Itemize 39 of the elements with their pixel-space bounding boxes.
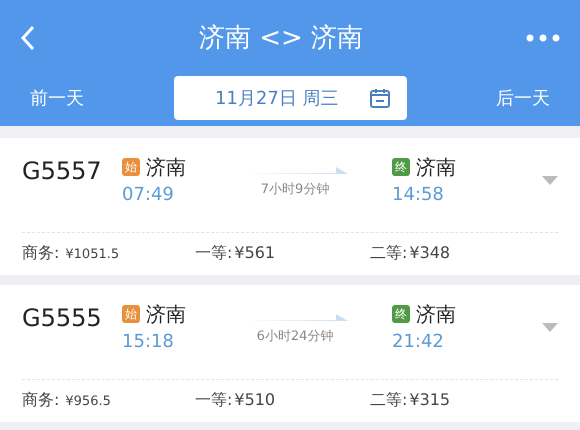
page-title: 济南 <> 济南 (198, 22, 364, 54)
station-badge: 终 (392, 305, 410, 323)
seat-class-label: 一等: (195, 389, 232, 411)
price-text: ¥1051.5 (65, 246, 120, 264)
next-day-button[interactable]: 后一天 (496, 84, 550, 112)
time-text: 21:42 (392, 331, 445, 353)
seat-class-label: 商务: (22, 389, 60, 411)
more-icon[interactable] (526, 34, 560, 42)
station-badge: 始 (122, 305, 140, 323)
price-text: ¥561 (234, 242, 276, 264)
station-badge: 始 (122, 158, 140, 176)
price-text: ¥315 (409, 389, 450, 411)
time-text: 14:58 (392, 184, 445, 206)
caret-icon[interactable] (542, 176, 558, 185)
seat-class-label: 商务: (22, 242, 60, 264)
station-name: 济南 (416, 154, 456, 180)
train-card[interactable]: G5555 始 济南 15:18 6小时24分钟 终 济南 21:42 商务: ¥956.5 一等:¥510 二等:¥315 (0, 285, 580, 422)
back-icon[interactable] (20, 25, 36, 51)
station-badge: 终 (392, 158, 410, 176)
train-card[interactable]: G5557 始 济南 07:49 7小时9分钟 终 济南 14:58 商务: ¥1051.5 一等:¥561 二等:¥348 (0, 138, 580, 275)
seat-class-label: 二等: (370, 242, 408, 264)
price-text: ¥510 (234, 389, 276, 411)
station-name: 济南 (146, 301, 186, 327)
time-text: 07:49 (122, 184, 175, 206)
seat-class-label: 二等: (370, 389, 408, 411)
duration-text: 7小时9分钟 (260, 181, 330, 199)
station-name: 济南 (416, 301, 456, 327)
price-text: ¥348 (409, 242, 450, 264)
station-name: 济南 (146, 154, 186, 180)
train-number: G5557 (22, 156, 103, 186)
calendar-icon (368, 87, 390, 109)
train-number: G5555 (22, 303, 103, 333)
previous-day-button[interactable]: 前一天 (30, 84, 84, 112)
caret-icon[interactable] (542, 323, 558, 332)
seat-class-label: 一等: (195, 242, 232, 264)
duration-text: 6小时24分钟 (256, 328, 334, 346)
time-text: 15:18 (122, 331, 175, 353)
date-picker[interactable]: 11月27日 周三 (174, 76, 406, 120)
price-text: ¥956.5 (65, 393, 111, 411)
